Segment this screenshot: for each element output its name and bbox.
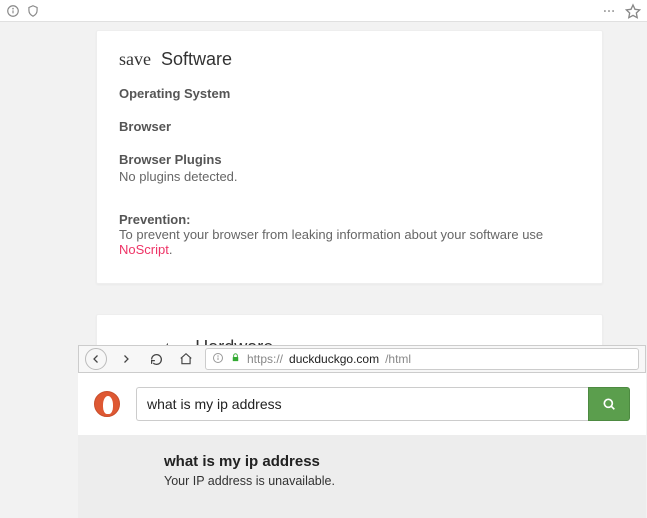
inner-url-bar[interactable]: https:// duckduckgo.com/html — [205, 348, 639, 370]
info-icon[interactable] — [6, 4, 20, 18]
ellipsis-icon[interactable] — [601, 4, 617, 18]
plugins-value: No plugins detected. — [119, 169, 580, 184]
reload-button[interactable] — [145, 348, 167, 370]
save-icon-word: save — [119, 49, 151, 70]
shield-icon[interactable] — [26, 4, 40, 18]
forward-button[interactable] — [115, 348, 137, 370]
star-icon[interactable] — [625, 3, 641, 19]
url-host: duckduckgo.com — [289, 352, 379, 366]
ddg-search-row — [78, 373, 646, 435]
lock-icon — [230, 352, 241, 366]
inner-browser-window: https:// duckduckgo.com/html what is my i… — [78, 345, 646, 518]
noscript-link[interactable]: NoScript — [119, 242, 169, 257]
browser-label: Browser — [119, 119, 580, 134]
back-button[interactable] — [85, 348, 107, 370]
prevention-trail: . — [169, 242, 173, 257]
prevention-row: Prevention: To prevent your browser from… — [119, 212, 580, 257]
software-title: Software — [161, 49, 232, 70]
ddg-search-form — [136, 387, 630, 421]
inner-browser-toolbar: https:// duckduckgo.com/html — [78, 345, 646, 373]
result-title: what is my ip address — [164, 453, 630, 470]
url-prefix: https:// — [247, 352, 283, 366]
result-body: Your IP address is unavailable. — [164, 474, 630, 488]
ddg-search-button[interactable] — [588, 387, 630, 421]
ddg-result-block: what is my ip address Your IP address is… — [78, 435, 646, 518]
outer-browser-chrome — [0, 0, 647, 22]
url-path: /html — [385, 352, 411, 366]
home-button[interactable] — [175, 348, 197, 370]
ddg-logo-icon[interactable] — [94, 391, 120, 417]
prevention-label: Prevention: — [119, 212, 191, 227]
ddg-search-input[interactable] — [136, 387, 588, 421]
plugins-label: Browser Plugins — [119, 152, 580, 167]
info-icon — [212, 352, 224, 367]
prevention-text: To prevent your browser from leaking inf… — [119, 227, 543, 242]
software-card: save Software Operating System Browser B… — [96, 30, 603, 284]
os-label: Operating System — [119, 86, 580, 101]
